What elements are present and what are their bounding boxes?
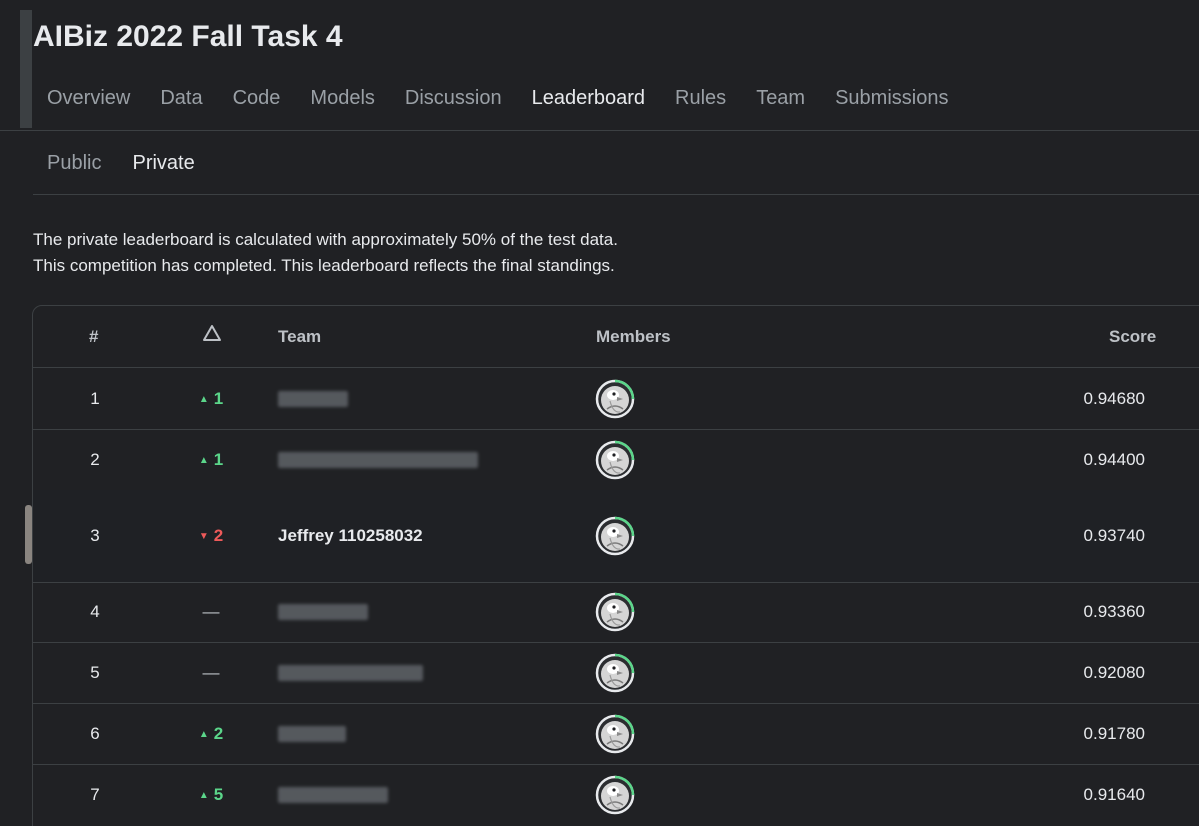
rank-change-value: — xyxy=(202,662,220,682)
team-name-cell[interactable]: Jeffrey 110258032 xyxy=(278,526,423,546)
page-title: AIBiz 2022 Fall Task 4 xyxy=(33,20,343,53)
rank-cell: 7 xyxy=(90,785,100,804)
table-row[interactable]: 4 — 0.93360 xyxy=(33,582,1199,643)
rank-cell: 6 xyxy=(90,723,100,743)
redacted-text-blur xyxy=(278,451,478,468)
tab-overview[interactable]: Overview xyxy=(47,87,130,110)
rank-cell: 5 xyxy=(90,662,100,682)
arrow-up-icon: ▲ xyxy=(198,728,209,740)
team-name-redacted[interactable] xyxy=(278,785,388,808)
subtab-divider xyxy=(33,194,1199,195)
rank-cell: 1 xyxy=(90,388,100,408)
leaderboard-page: AIBiz 2022 Fall Task 4 Overview Data Cod… xyxy=(0,0,1199,826)
tab-submissions[interactable]: Submissions xyxy=(835,87,948,110)
penguin-avatar-icon[interactable] xyxy=(595,653,635,693)
team-name-redacted[interactable] xyxy=(278,724,346,747)
leaderboard-subtabs: Public Private xyxy=(47,152,195,175)
leaderboard-table: # Team Members Score 1 ▲ 1 0.94680 2 ▲ 1 0.94… xyxy=(32,305,1199,826)
penguin-avatar-icon[interactable] xyxy=(595,714,635,754)
rank-change-cell: ▲ 2 xyxy=(193,724,229,744)
table-row[interactable]: 6 ▲ 2 0.91780 xyxy=(33,703,1199,765)
rank-change-cell: ▲ 1 xyxy=(193,450,229,470)
rank-change-value: 1 xyxy=(213,449,224,469)
subtab-private[interactable]: Private xyxy=(132,152,194,175)
score-cell: 0.91640 xyxy=(1083,785,1145,804)
team-name-redacted[interactable] xyxy=(278,389,348,412)
score-cell: 0.91780 xyxy=(1083,723,1145,743)
redacted-text-blur xyxy=(278,787,388,803)
tab-rules[interactable]: Rules xyxy=(675,87,726,110)
tab-data[interactable]: Data xyxy=(160,87,202,110)
team-name-redacted[interactable] xyxy=(278,450,478,473)
tab-leaderboard[interactable]: Leaderboard xyxy=(532,87,645,110)
rank-change-cell: — xyxy=(193,663,229,683)
rank-change-cell: ▲ 1 xyxy=(193,389,229,409)
tab-discussion[interactable]: Discussion xyxy=(405,87,502,110)
rank-change-value: 5 xyxy=(213,785,224,804)
your-team-marker xyxy=(25,505,32,564)
table-header: # Team Members Score xyxy=(33,306,1199,368)
description-line-1: The private leaderboard is calculated wi… xyxy=(33,230,618,249)
table-row[interactable]: 1 ▲ 1 0.94680 xyxy=(33,368,1199,430)
penguin-avatar-icon[interactable] xyxy=(595,440,635,480)
arrow-up-icon: ▲ xyxy=(198,790,209,801)
team-header[interactable]: Team xyxy=(278,327,321,347)
table-row[interactable]: 2 ▲ 1 0.94400 xyxy=(33,429,1199,491)
header-accent-bar xyxy=(20,10,32,128)
rank-change-value: 2 xyxy=(213,723,224,743)
table-row[interactable]: 5 — 0.92080 xyxy=(33,642,1199,704)
tab-code[interactable]: Code xyxy=(233,87,281,110)
rank-header[interactable]: # xyxy=(89,327,98,347)
rank-change-value: 2 xyxy=(213,526,224,545)
tab-team[interactable]: Team xyxy=(756,87,805,110)
penguin-avatar-icon[interactable] xyxy=(595,379,635,419)
table-row[interactable]: 7 ▲ 5 0.91640 xyxy=(33,764,1199,826)
rank-cell: 4 xyxy=(90,602,100,621)
table-row[interactable]: 3 ▼ 2 Jeffrey 110258032 0.93740 xyxy=(33,490,1199,583)
competition-tabs: Overview Data Code Models Discussion Lea… xyxy=(47,87,948,110)
redacted-text-blur xyxy=(278,604,368,620)
team-name-redacted[interactable] xyxy=(278,602,368,625)
team-name-redacted[interactable] xyxy=(278,663,423,686)
score-cell: 0.94400 xyxy=(1083,449,1145,469)
subtab-public[interactable]: Public xyxy=(47,152,101,175)
rank-change-value: — xyxy=(202,602,220,621)
penguin-avatar-icon[interactable] xyxy=(595,592,635,632)
rank-change-cell: — xyxy=(193,602,229,622)
competition-header: AIBiz 2022 Fall Task 4 Overview Data Cod… xyxy=(0,0,1199,131)
redacted-text-blur xyxy=(278,390,348,407)
arrow-down-icon: ▼ xyxy=(198,531,209,542)
triangle-outline-icon xyxy=(202,324,222,347)
score-header[interactable]: Score xyxy=(1109,327,1156,347)
score-cell: 0.94680 xyxy=(1083,388,1145,408)
score-cell: 0.92080 xyxy=(1083,662,1145,682)
tab-models[interactable]: Models xyxy=(310,87,374,110)
arrow-up-icon: ▲ xyxy=(198,393,209,405)
penguin-avatar-icon[interactable] xyxy=(595,775,635,815)
members-header: Members xyxy=(596,327,671,346)
arrow-up-icon: ▲ xyxy=(198,454,209,466)
leaderboard-description: The private leaderboard is calculated wi… xyxy=(33,227,618,279)
rank-change-cell: ▲ 5 xyxy=(193,785,229,805)
rank-cell: 2 xyxy=(90,449,100,469)
score-cell: 0.93740 xyxy=(1083,526,1145,545)
redacted-text-blur xyxy=(278,664,423,681)
redacted-text-blur xyxy=(278,725,346,742)
rank-cell: 3 xyxy=(90,526,100,545)
rank-change-cell: ▼ 2 xyxy=(193,526,229,546)
score-cell: 0.93360 xyxy=(1083,602,1145,621)
penguin-avatar-icon[interactable] xyxy=(595,516,635,556)
description-line-2: This competition has completed. This lea… xyxy=(33,256,615,275)
rank-change-value: 1 xyxy=(213,388,224,408)
